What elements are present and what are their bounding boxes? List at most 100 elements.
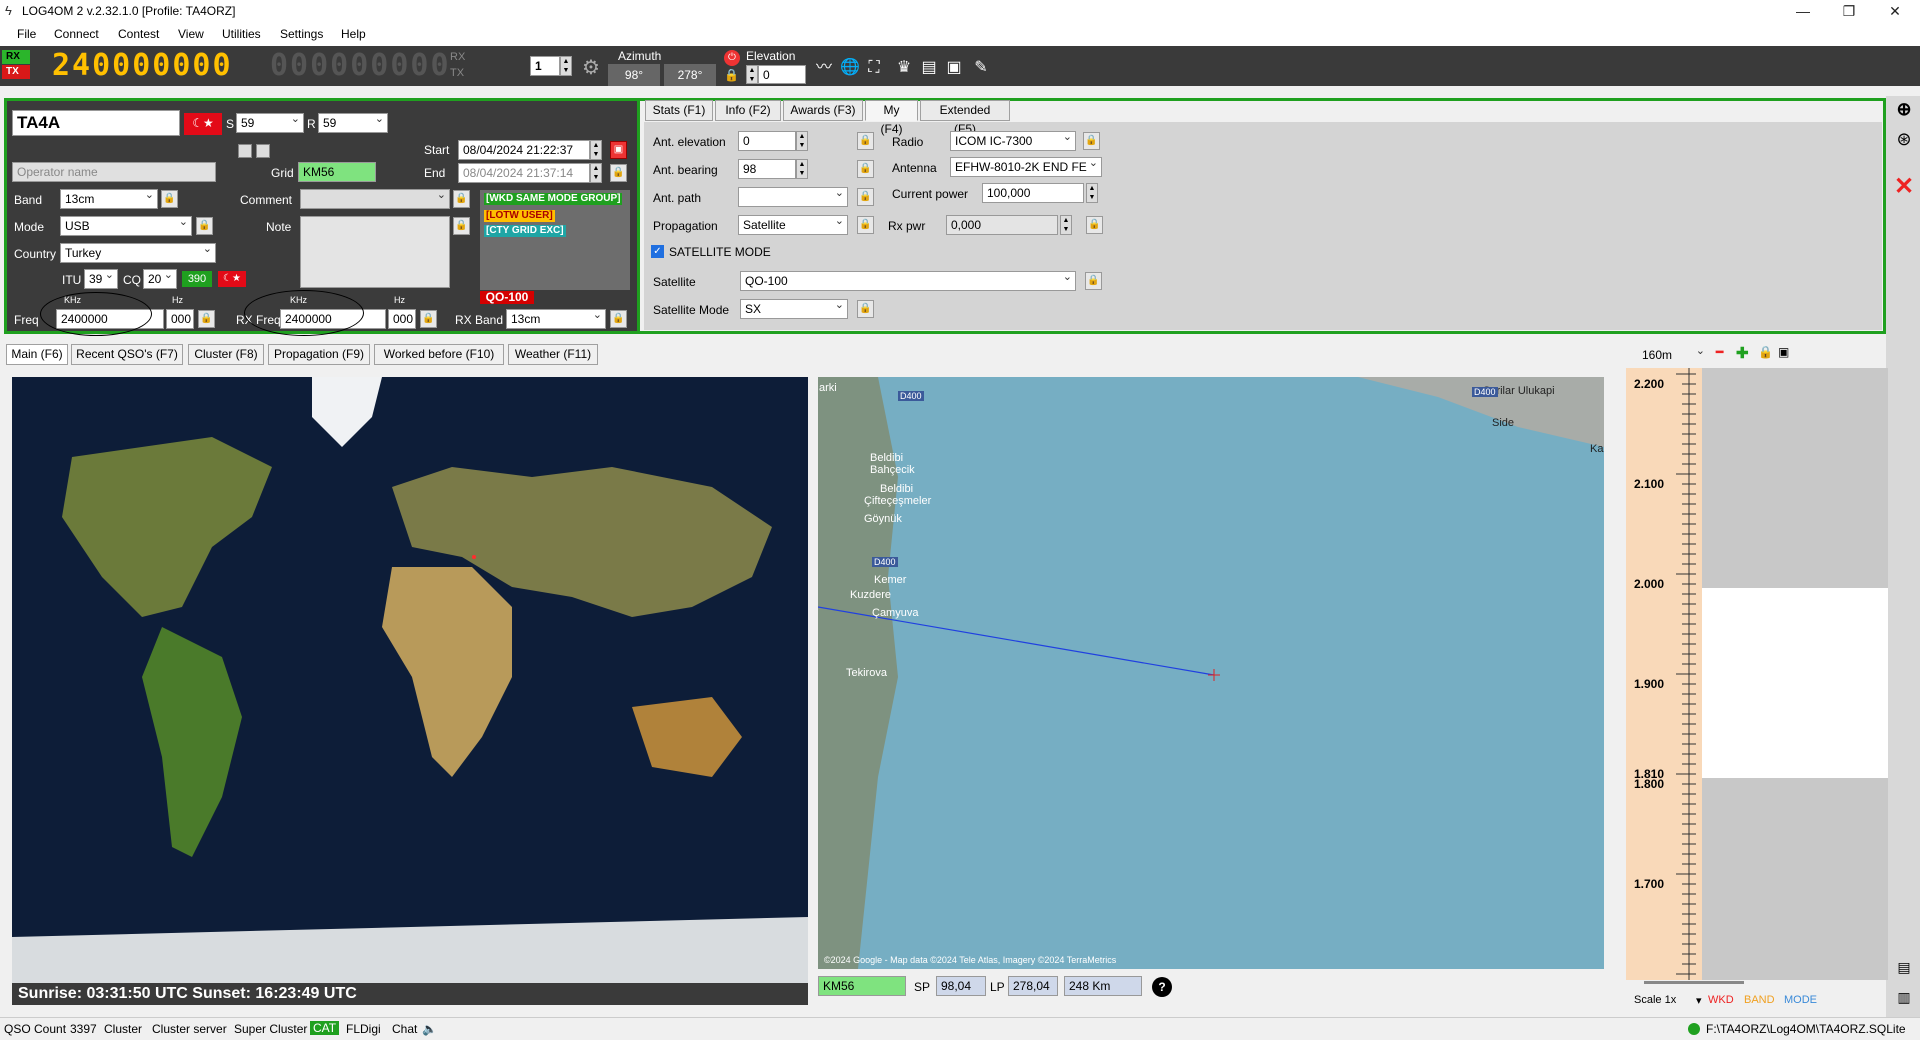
award-icon[interactable]: ♛ [895,59,913,77]
start-time-spinner[interactable]: ▲ ▼ [590,140,602,160]
rxfreq-hz-input[interactable]: 000 [388,309,416,329]
tab-main[interactable]: Main (F6) [6,344,68,365]
satellite-mode-select[interactable]: SX [740,299,848,319]
lock-icon[interactable]: 🔒 [724,68,739,82]
menu-help[interactable]: Help [341,27,366,41]
freq-hz-input[interactable]: 000 [166,309,194,329]
rxband-lock-icon[interactable]: 🔒 [610,310,627,328]
itu-select[interactable]: 39 [84,269,118,289]
menu-connect[interactable]: Connect [54,27,99,41]
note-lock-icon[interactable]: 🔒 [453,217,470,235]
rst-received-select[interactable]: 59 [318,113,388,133]
satellite-mode-checkbox[interactable]: ✓ [651,245,664,258]
satellite-mode-lock-icon[interactable]: 🔒 [857,300,874,318]
tab-weather[interactable]: Weather (F11) [508,344,598,365]
ant-elevation-lock-icon[interactable]: 🔒 [857,132,874,150]
mode-lock-icon[interactable]: 🔒 [196,217,213,235]
pen-icon[interactable]: ✎ [972,59,990,77]
menu-utilities[interactable]: Utilities [222,27,261,41]
vfo-spinner[interactable]: ▲ ▼ [560,56,572,76]
band-select[interactable]: 13cm [60,189,158,209]
note-input[interactable] [300,216,450,288]
server-icon[interactable]: ▤ [920,59,938,77]
rotator-stop-icon[interactable]: ⏻ [724,50,740,66]
menu-view[interactable]: View [178,27,204,41]
close-button[interactable]: ✕ [1872,0,1918,22]
start-time-input[interactable]: 08/04/2024 21:22:37 [458,140,590,160]
rx-pwr-input[interactable]: 0,000 [946,215,1058,235]
band-map[interactable]: 2.200 2.100 2.000 1.900 1.810 1.800 1.70… [1626,368,1888,980]
add-qso-icon[interactable]: ⊕ [1893,98,1915,120]
restore-button[interactable]: ❐ [1826,0,1872,22]
zoom-out-icon[interactable]: ━ [1716,345,1723,359]
start-lock-icon[interactable]: ▣ [610,141,627,159]
current-power-input[interactable]: 100,000 [982,183,1084,203]
gear-icon[interactable]: ⚙ [582,58,600,78]
menu-contest[interactable]: Contest [118,27,159,41]
world-map[interactable] [12,377,808,983]
bandmap-scrollbar[interactable] [1644,981,1744,984]
clear-icon[interactable]: ✕ [1893,175,1915,199]
tab-propagation[interactable]: Propagation (F9) [268,344,370,365]
end-time-input[interactable]: 08/04/2024 21:37:14 [458,163,590,183]
help-icon[interactable]: ? [1152,977,1172,997]
mode-select[interactable]: USB [60,216,192,236]
current-power-spinner[interactable]: ▲ ▼ [1086,183,1098,203]
tab-recent-qsos[interactable]: Recent QSO's (F7) [71,344,183,365]
tab-worked-before[interactable]: Worked before (F10) [374,344,504,365]
tab-my[interactable]: My (F4) [865,100,918,136]
elevation-input[interactable]: 0 [758,65,806,84]
chart-icon[interactable]: ▥ [1893,986,1915,1008]
zoom-in-icon[interactable]: ✚ [1736,344,1749,362]
country-select[interactable]: Turkey [60,243,216,263]
vfo-selector[interactable]: 1 [530,56,560,76]
menu-settings[interactable]: Settings [280,27,323,41]
ant-bearing-input[interactable]: 98 [738,159,796,179]
end-time-spinner[interactable]: ▲ ▼ [590,163,602,183]
option-box-2[interactable] [256,144,270,158]
rss-icon[interactable]: 〰 [815,59,833,77]
propagation-select[interactable]: Satellite [738,215,848,235]
camera-icon[interactable]: ▣ [945,59,963,77]
callsign-input[interactable]: TA4A [12,110,180,136]
ant-elevation-spinner[interactable]: ▲ ▼ [796,131,808,151]
tab-awards[interactable]: Awards (F3) [783,100,863,121]
option-box-1[interactable] [238,144,252,158]
tab-extended[interactable]: Extended (F5) [920,100,1010,136]
propagation-lock-icon[interactable]: 🔒 [857,216,874,234]
elevation-spinner[interactable]: ▲ ▼ [746,65,758,84]
tab-cluster[interactable]: Cluster (F8) [188,344,264,365]
bandmap-band-select[interactable]: 160m [1638,346,1708,366]
bandmap-scale-select[interactable]: Scale 1x [1634,994,1676,1006]
status-fldigi[interactable]: FLDigi [346,1022,381,1036]
satellite-select[interactable]: QO-100 [740,271,1076,291]
tab-stats[interactable]: Stats (F1) [645,100,713,121]
status-cat[interactable]: CAT [310,1021,340,1035]
radio-lock-icon[interactable]: 🔒 [1083,132,1100,150]
grid-input[interactable]: KM56 [298,162,376,182]
comment-select[interactable] [300,189,450,209]
ant-elevation-input[interactable]: 0 [738,131,796,151]
freq-lock-icon[interactable]: 🔒 [198,310,215,328]
status-chat[interactable]: Chat [392,1022,417,1036]
radio-select[interactable]: ICOM IC-7300 [950,131,1076,151]
bandmap-lock-icon[interactable]: 🔒 [1758,345,1773,359]
ant-bearing-lock-icon[interactable]: 🔒 [857,160,874,178]
tab-info[interactable]: Info (F2) [715,100,781,121]
rx-pwr-spinner[interactable]: ▲ ▼ [1060,215,1072,235]
status-cluster[interactable]: Cluster [104,1022,142,1036]
comment-lock-icon[interactable]: 🔒 [453,190,470,208]
lookup-icon[interactable]: ⊛ [1893,128,1915,150]
antenna-select[interactable]: EFHW-8010-2K END FE [950,157,1102,177]
band-lock-icon[interactable]: 🔒 [161,190,178,208]
minimize-button[interactable]: — [1780,0,1826,22]
status-cluster-server[interactable]: Cluster server [152,1022,227,1036]
speaker-icon[interactable]: 🔈 [422,1022,437,1036]
ant-bearing-spinner[interactable]: ▲ ▼ [796,159,808,179]
satellite-lock-icon[interactable]: 🔒 [1085,272,1102,290]
rxband-select[interactable]: 13cm [506,309,606,329]
bandmap-camera-icon[interactable]: ▣ [1778,345,1789,359]
rst-sent-select[interactable]: 59 [236,113,304,133]
rxfreq-lock-icon[interactable]: 🔒 [420,310,437,328]
rx-pwr-lock-icon[interactable]: 🔒 [1086,216,1103,234]
